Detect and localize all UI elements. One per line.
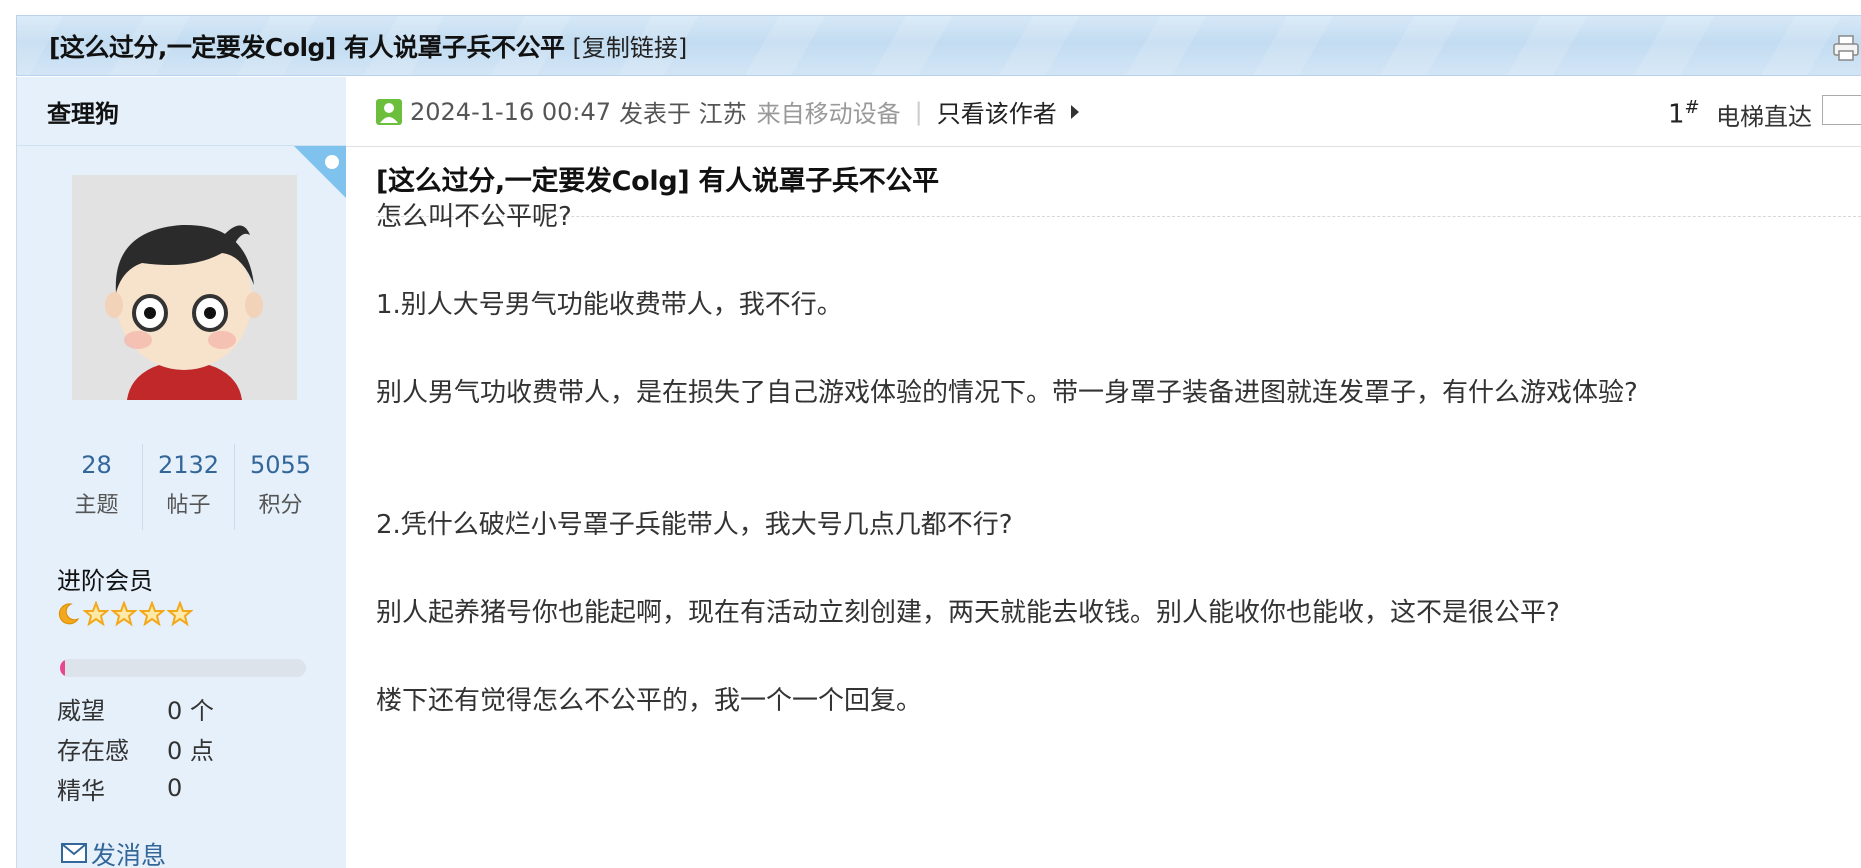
envelope-icon [61,840,87,868]
info-row-essence: 精华 0 [57,768,214,808]
stat-label: 主题 [74,493,119,518]
floor-value: 1 [1668,99,1685,130]
info-value: 0 [167,774,183,802]
author-sidebar: 查理狗 28 主题 2132 帖子 5055 积分 进阶会员 威望 0 个 存在… [16,77,346,868]
paragraph: 1.别人大号男气功能收费带人，我不行。 [376,290,843,320]
avatar[interactable] [72,175,297,400]
paragraph: 别人男气功收费带人，是在损失了自己游戏体验的情况下。带一身罩子装备进图就连发罩子… [376,378,1638,408]
stat-value: 28 [81,451,112,479]
stat-posts[interactable]: 2132 帖子 [143,444,235,530]
mobile-device-label: 来自移动设备 [756,100,901,128]
online-status-icon [376,98,402,125]
post-title: [这么过分,一定要发Colg] 有人说罩子兵不公平 [376,159,1861,217]
paragraph: 2.凭什么破烂小号罩子兵能带人，我大号几点几都不行? [376,510,1013,540]
elevator-input[interactable] [1822,95,1861,125]
info-key: 威望 [57,696,105,725]
stat-points[interactable]: 5055 积分 [235,444,326,530]
post-meta: 2024-1-16 00:47 发表于 江苏 来自移动设备 | 只看该作者 1#… [346,77,1861,147]
post-date: 2024-1-16 00:47 [410,97,611,126]
paragraph: 怎么叫不公平呢? [376,202,572,232]
send-message-label: 发消息 [91,841,167,868]
star-icon [138,600,166,631]
author-info-list: 威望 0 个 存在感 0 点 精华 0 [57,688,214,808]
info-row-prestige: 威望 0 个 [57,688,214,728]
meta-separator: | [914,97,923,126]
floor-number: 1# [1668,97,1700,130]
author-name[interactable]: 查理狗 [47,94,119,129]
send-message-link[interactable]: 发消息 [61,836,166,868]
elevator-label: 电梯直达 [1716,103,1812,131]
device-corner-icon [294,146,346,198]
level-progress-fill [60,659,65,677]
thread-title: [这么过分,一定要发Colg] 有人说罩子兵不公平 [49,32,565,62]
stat-label: 帖子 [166,493,211,518]
paragraph: 楼下还有觉得怎么不公平的，我一个一个回复。 [376,686,923,716]
info-value: 0 点 [167,736,214,765]
triangle-right-icon [1070,104,1079,119]
info-row-presence: 存在感 0 点 [57,728,214,768]
star-icon [110,600,138,631]
stat-value: 5055 [249,451,312,479]
rank-stars [55,600,194,631]
star-icon [166,600,194,631]
only-author-link[interactable]: 只看该作者 [937,94,1057,129]
stat-topics[interactable]: 28 主题 [51,444,143,530]
post-location: 发表于 江苏 [619,100,747,128]
info-key: 精华 [57,776,105,805]
author-row: 查理狗 [17,77,346,146]
post-main: 2024-1-16 00:47 发表于 江苏 来自移动设备 | 只看该作者 1#… [346,77,1861,868]
floor-mark: # [1684,97,1700,118]
stat-value: 2132 [157,451,220,479]
member-level[interactable]: 进阶会员 [57,561,153,596]
author-stats: 28 主题 2132 帖子 5055 积分 [51,444,326,530]
info-key: 存在感 [57,736,129,765]
level-progress-bar [60,659,306,677]
print-icon[interactable] [1831,34,1861,62]
paragraph: 别人起养猪号你也能起啊，现在有活动立刻创建，两天就能去收钱。别人能收你也能收，这… [376,598,1560,628]
info-value: 0 个 [167,696,214,725]
moon-icon [55,601,81,631]
thread-title-bar: [这么过分,一定要发Colg] 有人说罩子兵不公平 [复制链接] [16,15,1861,76]
stat-label: 积分 [258,493,303,518]
copy-link-button[interactable]: [复制链接] [573,28,688,63]
star-icon [82,600,110,631]
